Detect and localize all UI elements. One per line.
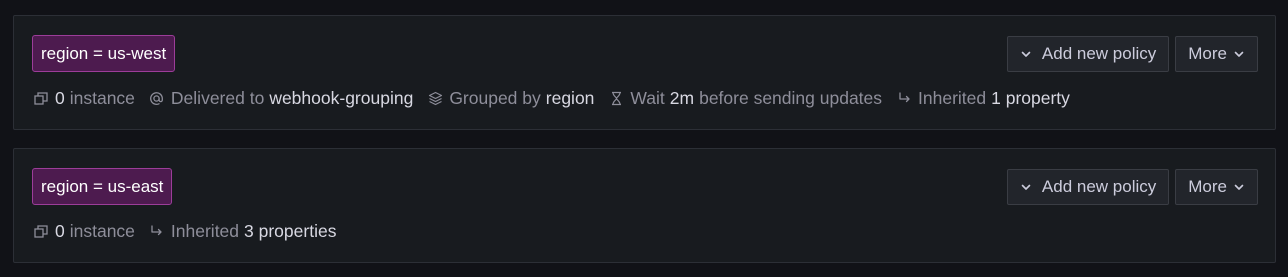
instances-meta[interactable]: 0 instance xyxy=(33,88,135,109)
grouped-meta: Grouped by region xyxy=(427,88,594,109)
inherited-label: Inherited xyxy=(170,221,240,241)
inherited-meta[interactable]: Inherited 1 property xyxy=(896,88,1070,109)
instance-count: 0 xyxy=(55,88,65,108)
inherited-meta[interactable]: Inherited 3 properties xyxy=(149,221,337,242)
group-by-value: region xyxy=(545,88,595,108)
wait-meta: Wait 2m before sending updates xyxy=(608,88,882,109)
inherited-value: 1 property xyxy=(991,88,1070,108)
add-new-policy-button[interactable]: Add new policy xyxy=(1006,36,1170,72)
delivered-meta: Delivered to webhook-grouping xyxy=(149,88,413,109)
layer-group-icon xyxy=(427,91,443,106)
wait-prefix: Wait xyxy=(630,88,665,108)
instances-meta[interactable]: 0 instance xyxy=(33,221,135,242)
matcher-label: region = us-west xyxy=(32,35,176,72)
policy-actions: Add new policy More xyxy=(1006,36,1258,72)
more-button[interactable]: More xyxy=(1175,169,1258,205)
instance-count: 0 xyxy=(55,221,65,241)
layers-alt-icon xyxy=(33,224,49,239)
more-label: More xyxy=(1188,177,1227,196)
instance-label: instance xyxy=(69,221,135,241)
add-new-policy-button[interactable]: Add new policy xyxy=(1006,169,1170,205)
more-button[interactable]: More xyxy=(1175,36,1258,72)
hourglass-icon xyxy=(608,91,624,106)
chevron-down-icon xyxy=(1020,48,1032,60)
at-icon xyxy=(149,91,165,106)
add-new-policy-label: Add new policy xyxy=(1041,44,1157,63)
layers-alt-icon xyxy=(33,91,49,106)
policy-meta: 0 instance Inherited 3 properties xyxy=(33,221,350,242)
add-new-policy-label: Add new policy xyxy=(1041,177,1157,196)
wait-value: 2m xyxy=(669,88,695,108)
policy-card-us-west: region = us-west Add new policy More 0 i… xyxy=(13,15,1276,130)
delivered-label: Delivered to xyxy=(170,88,265,108)
grouped-label: Grouped by xyxy=(449,88,541,108)
policy-card-us-east: region = us-east Add new policy More 0 i… xyxy=(13,148,1276,263)
instance-label: instance xyxy=(69,88,135,108)
contact-point-name[interactable]: webhook-grouping xyxy=(269,88,413,109)
policy-actions: Add new policy More xyxy=(1006,169,1258,205)
wait-suffix: before sending updates xyxy=(699,88,883,108)
corner-down-right-arrow-icon xyxy=(149,224,165,239)
corner-down-right-arrow-icon xyxy=(896,91,912,106)
policy-meta: 0 instance Delivered to webhook-grouping… xyxy=(33,88,1084,109)
chevron-down-icon xyxy=(1233,48,1245,60)
chevron-down-icon xyxy=(1020,181,1032,193)
chevron-down-icon xyxy=(1233,181,1245,193)
more-label: More xyxy=(1188,44,1227,63)
inherited-value: 3 properties xyxy=(244,221,337,241)
inherited-label: Inherited xyxy=(918,88,987,108)
matcher-label: region = us-east xyxy=(32,168,173,205)
